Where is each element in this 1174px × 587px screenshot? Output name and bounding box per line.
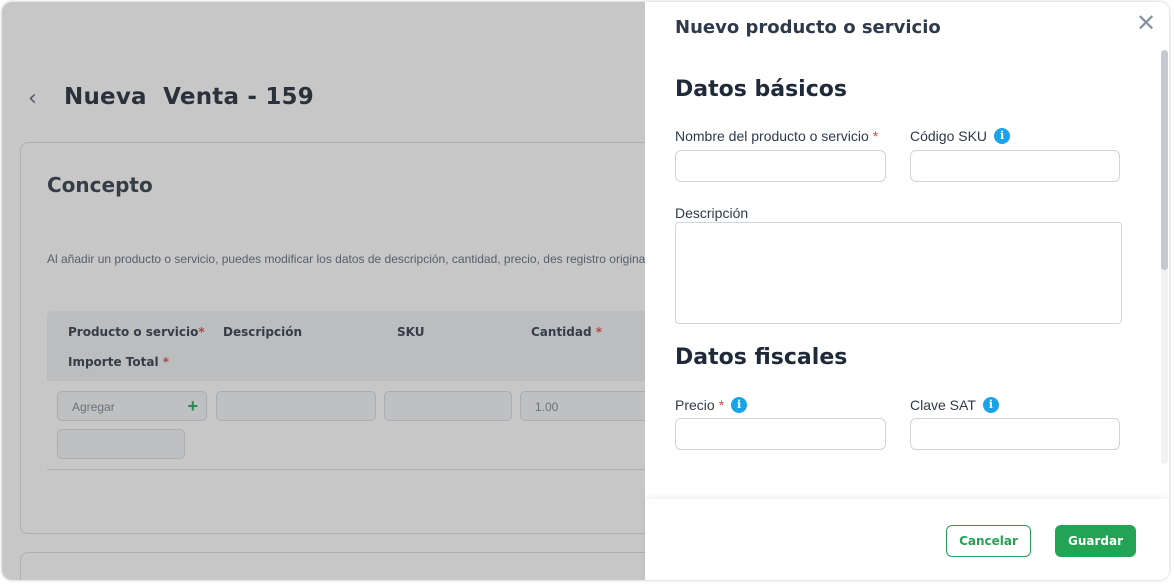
panel-footer: Cancelar Guardar [645,499,1169,580]
price-input[interactable] [675,418,886,450]
scroll-thumb[interactable] [1161,50,1168,270]
description-textarea[interactable] [675,222,1122,324]
sku-input[interactable] [910,150,1120,182]
description-label: Descripción [675,205,749,221]
panel-title: Nuevo producto o servicio [675,17,941,38]
sku-label: Código SKU i [910,128,1011,144]
cancel-button[interactable]: Cancelar [946,525,1031,557]
name-label: Nombre del producto o servicio * [675,128,879,144]
new-product-panel: Nuevo producto o servicio ✕ Datos básico… [645,2,1169,580]
app-window: ‹ Nueva Venta - 159 Concepto Al añadir u… [2,2,1169,580]
name-input[interactable] [675,150,886,182]
info-icon[interactable]: i [982,397,999,413]
save-button[interactable]: Guardar [1055,525,1136,557]
sat-key-label: Clave SAT i [910,397,999,413]
fiscal-section-title: Datos fiscales [675,345,848,370]
basic-section-title: Datos básicos [675,77,847,102]
close-icon[interactable]: ✕ [1135,11,1157,35]
modal-backdrop[interactable] [2,2,645,580]
info-icon[interactable]: i [731,397,748,413]
info-icon[interactable]: i [994,128,1011,144]
price-label: Precio * i [675,397,748,413]
panel-scrollbar[interactable] [1161,50,1168,464]
sat-key-input[interactable] [910,418,1120,450]
